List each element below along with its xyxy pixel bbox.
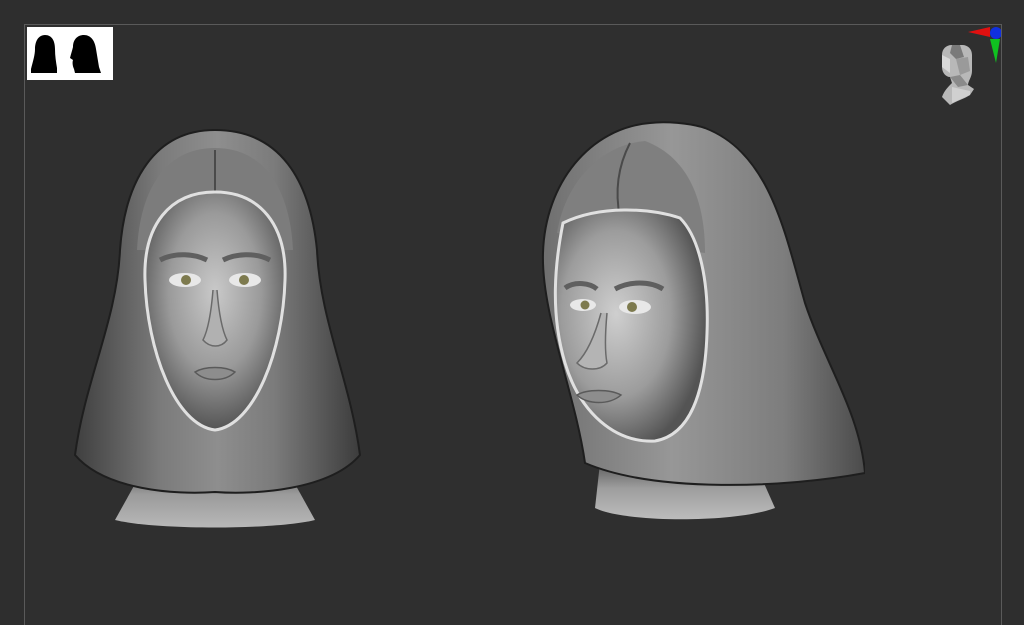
- head-orientation-icon: [942, 45, 974, 105]
- navigation-gizmo[interactable]: [930, 25, 1001, 115]
- axis-z-icon: [990, 27, 1001, 39]
- axis-x-icon: [968, 27, 990, 37]
- head-silhouette-icon: [70, 35, 101, 73]
- thumbnail-preview[interactable]: [27, 27, 113, 80]
- viewport[interactable]: [24, 24, 1002, 625]
- sculpt-head-front[interactable]: [45, 120, 385, 530]
- axis-y-icon: [990, 39, 1000, 63]
- head-silhouette-icon: [31, 35, 57, 73]
- sculpt-head-three-quarter[interactable]: [505, 113, 867, 523]
